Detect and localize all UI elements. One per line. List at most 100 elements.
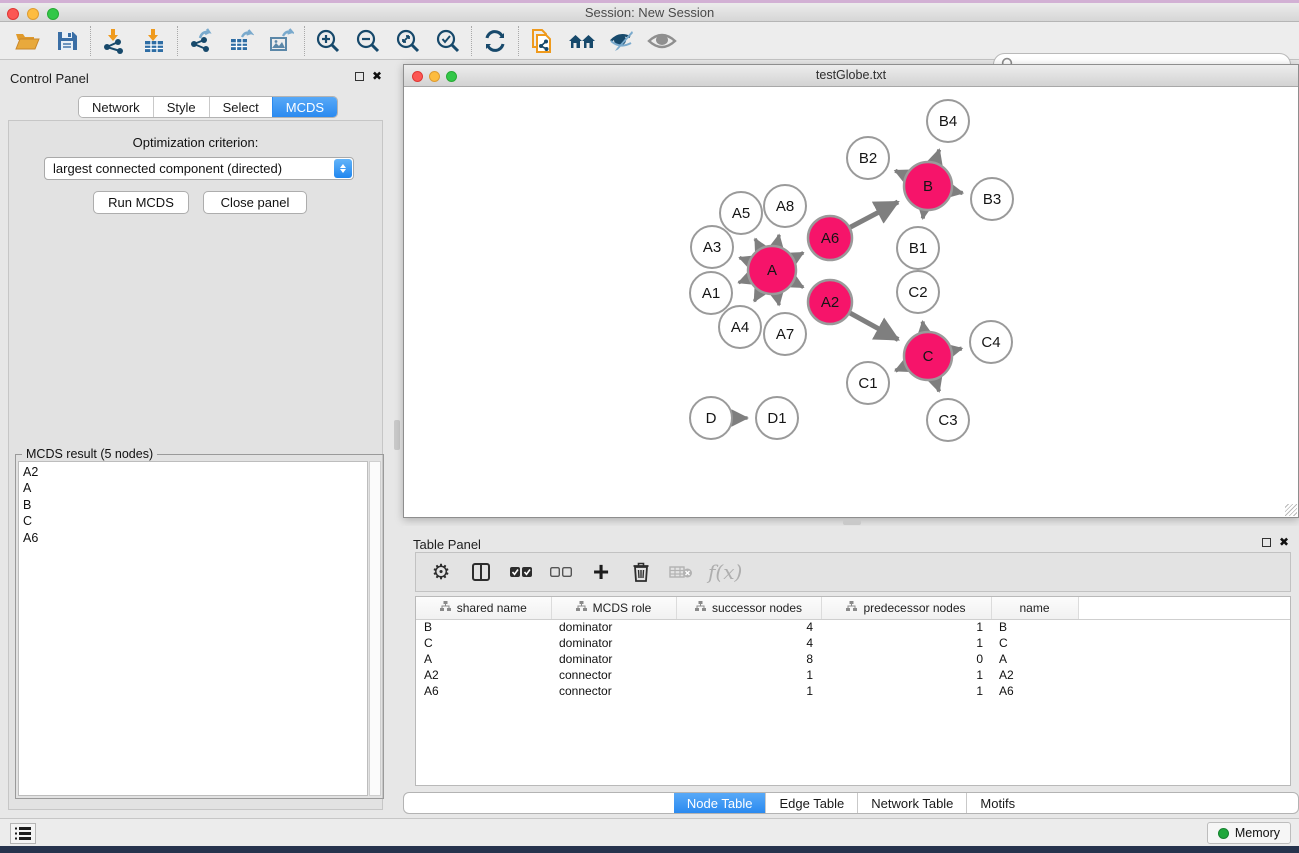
svg-text:A3: A3: [703, 239, 721, 256]
column-header-successor-nodes[interactable]: successor nodes: [676, 597, 821, 619]
graph-node-A8: A8: [764, 185, 806, 227]
tab-mcds[interactable]: MCDS: [272, 97, 337, 117]
svg-text:B1: B1: [909, 240, 927, 257]
desktop-strip-bottom: [0, 846, 1299, 853]
mcds-tab-content: Optimization criterion: largest connecte…: [8, 120, 383, 810]
tab-network[interactable]: Network: [79, 97, 153, 117]
result-list-scrollbar[interactable]: [369, 461, 381, 796]
tab-motifs[interactable]: Motifs: [966, 793, 1028, 813]
resize-grip[interactable]: [1285, 504, 1297, 516]
run-mcds-button[interactable]: Run MCDS: [93, 191, 189, 214]
svg-text:A4: A4: [731, 319, 749, 336]
graph-node-B4: B4: [927, 100, 969, 142]
zoom-fit-icon[interactable]: [391, 25, 425, 57]
network-overview-icon[interactable]: [565, 25, 599, 57]
close-panel-icon[interactable]: ✖: [372, 70, 382, 82]
network-canvas[interactable]: B4B2BB3A8A5A6A3B1AC2A1A2A4A7C4CC1DD1C3: [404, 87, 1298, 517]
new-network-from-selection-icon[interactable]: [525, 25, 559, 57]
float-panel-icon[interactable]: [355, 72, 364, 81]
column-header-shared-name[interactable]: shared name: [416, 597, 551, 619]
table-row[interactable]: A6connector11A6: [416, 683, 1290, 699]
column-header-name[interactable]: name: [991, 597, 1078, 619]
export-image-icon[interactable]: [264, 25, 298, 57]
graph-edge: [739, 279, 749, 283]
toggle-birds-eye-icon[interactable]: [645, 25, 679, 57]
graph-edge: [794, 282, 803, 287]
network-window-titlebar: testGlobe.txt: [404, 65, 1298, 87]
result-list-item[interactable]: A6: [23, 530, 363, 546]
export-table-icon[interactable]: [224, 25, 258, 57]
zoom-out-icon[interactable]: [351, 25, 385, 57]
zoom-in-icon[interactable]: [311, 25, 345, 57]
show-column-icon[interactable]: [468, 559, 494, 585]
close-panel-button[interactable]: Close panel: [203, 191, 307, 214]
graph-node-A2: A2: [808, 280, 852, 324]
graph-node-A: A: [748, 246, 796, 294]
import-network-icon[interactable]: [97, 25, 131, 57]
criterion-dropdown[interactable]: largest connected component (directed): [44, 157, 354, 180]
tab-style[interactable]: Style: [153, 97, 209, 117]
result-list-item[interactable]: C: [23, 513, 363, 529]
table-float-panel-icon[interactable]: [1262, 538, 1271, 547]
import-table-icon[interactable]: [137, 25, 171, 57]
network-view-window: testGlobe.txt B4B2BB3A8A5A6A3B1AC2A1A2A4…: [403, 64, 1299, 518]
tab-node-table[interactable]: Node Table: [674, 793, 766, 813]
column-type-icon: [695, 601, 706, 615]
graph-node-B2: B2: [847, 137, 889, 179]
export-network-icon[interactable]: [184, 25, 218, 57]
graph-edge: [850, 202, 898, 227]
task-history-button[interactable]: [10, 823, 36, 844]
graph-node-C: C: [904, 332, 952, 380]
horizontal-splitter-handle[interactable]: [843, 520, 861, 525]
node-table[interactable]: shared nameMCDS rolesuccessor nodesprede…: [415, 596, 1291, 786]
save-session-icon[interactable]: [50, 25, 84, 57]
open-session-icon[interactable]: [10, 25, 44, 57]
graph-node-B: B: [904, 162, 952, 210]
delete-column-icon[interactable]: [628, 559, 654, 585]
table-panel: Table Panel ✖ ⚙ + f(x) shared nameMCDS r…: [403, 526, 1299, 818]
tab-select[interactable]: Select: [209, 97, 272, 117]
delete-table-icon[interactable]: [668, 559, 694, 585]
graph-edge: [794, 253, 803, 258]
column-type-icon: [440, 601, 451, 615]
table-row[interactable]: Bdominator41B: [416, 619, 1290, 635]
vertical-splitter-handle[interactable]: [394, 420, 400, 450]
apply-layout-icon[interactable]: [478, 25, 512, 57]
graph-node-C4: C4: [970, 321, 1012, 363]
svg-text:C4: C4: [981, 334, 1000, 351]
add-column-icon[interactable]: +: [588, 559, 614, 585]
table-row[interactable]: Adominator80A: [416, 651, 1290, 667]
svg-text:A8: A8: [776, 198, 794, 215]
show-graphics-details-icon[interactable]: [605, 25, 639, 57]
graph-edge: [777, 295, 779, 306]
mcds-result-list[interactable]: A2ABCA6: [18, 461, 368, 796]
graph-edge: [952, 349, 961, 351]
memory-button[interactable]: Memory: [1207, 822, 1291, 844]
graph-edge: [754, 292, 759, 302]
svg-text:D: D: [706, 410, 717, 427]
table-row[interactable]: A2connector11A2: [416, 667, 1290, 683]
svg-text:B3: B3: [983, 191, 1001, 208]
svg-text:C1: C1: [858, 375, 877, 392]
graph-node-A5: A5: [720, 192, 762, 234]
table-row[interactable]: Cdominator41C: [416, 635, 1290, 651]
app-titlebar: Session: New Session: [0, 3, 1299, 22]
zoom-selected-icon[interactable]: [431, 25, 465, 57]
graph-edge: [923, 322, 925, 332]
table-options-icon[interactable]: ⚙: [428, 559, 454, 585]
function-builder-icon[interactable]: f(x): [708, 560, 742, 584]
svg-text:A6: A6: [821, 230, 839, 247]
tab-network-table[interactable]: Network Table: [857, 793, 966, 813]
graph-edge: [953, 191, 963, 193]
svg-text:A: A: [767, 262, 777, 279]
result-list-item[interactable]: B: [23, 497, 363, 513]
deselect-all-icon[interactable]: [548, 559, 574, 585]
result-list-item[interactable]: A: [23, 480, 363, 496]
table-close-panel-icon[interactable]: ✖: [1279, 536, 1289, 548]
select-all-icon[interactable]: [508, 559, 534, 585]
column-header-predecessor-nodes[interactable]: predecessor nodes: [821, 597, 991, 619]
column-header-MCDS-role[interactable]: MCDS role: [551, 597, 676, 619]
result-list-item[interactable]: A2: [23, 464, 363, 480]
svg-text:B: B: [923, 178, 933, 195]
tab-edge-table[interactable]: Edge Table: [765, 793, 857, 813]
